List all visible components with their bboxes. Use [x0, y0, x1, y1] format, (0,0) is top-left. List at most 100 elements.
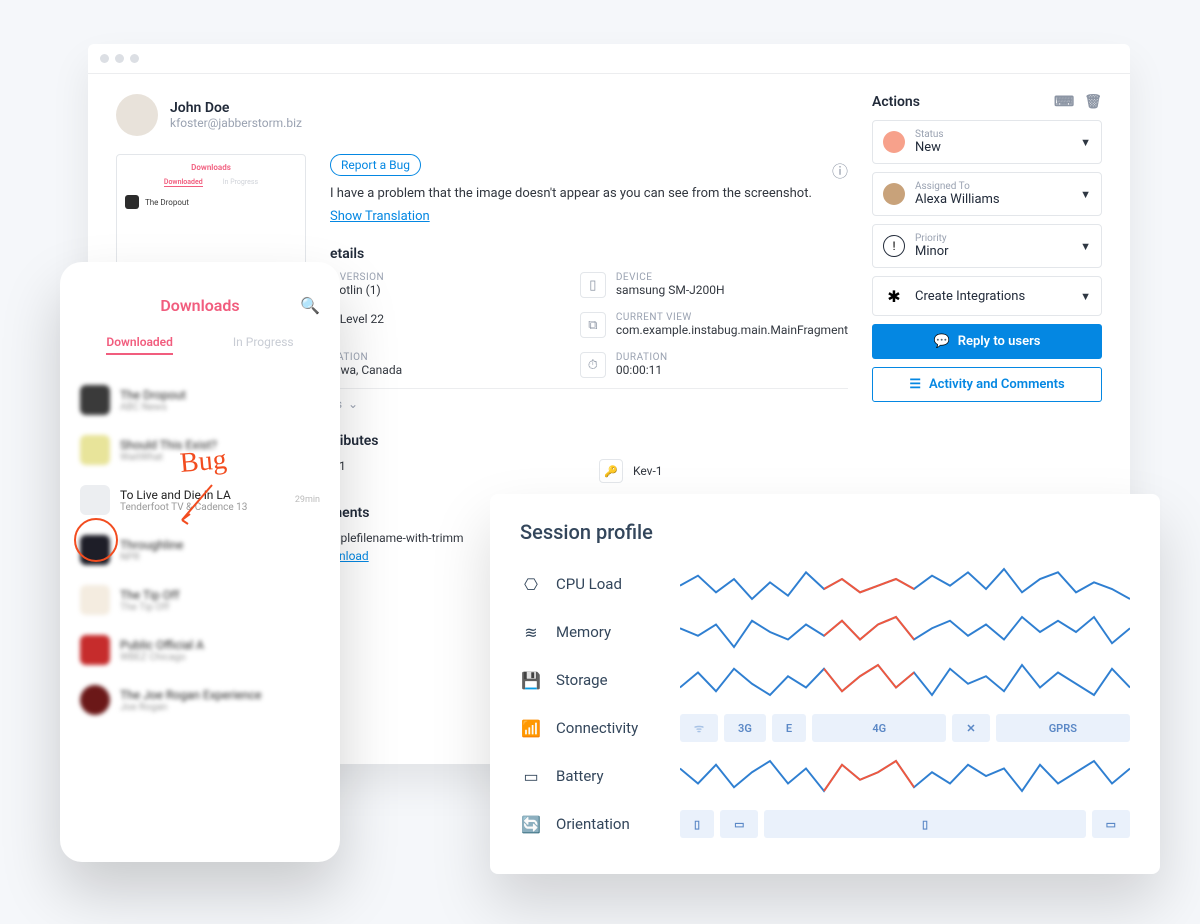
thumb-title: Downloads: [125, 163, 297, 172]
session-title: Session profile: [520, 520, 1130, 544]
cpu-icon: ⎔: [520, 575, 542, 594]
activity-label: Activity and Comments: [929, 377, 1065, 392]
session-profile-card: Session profile ⎔ CPU Load ≋ Memory 💾 St…: [490, 494, 1160, 874]
conn-seg: 4G: [812, 714, 946, 742]
bug-annotation-text: Bug: [179, 444, 228, 480]
list-item: The Joe Rogan ExperienceJoe Rogan: [80, 675, 320, 725]
key-icon: 🔑: [599, 459, 623, 483]
memory-icon: ≋: [520, 623, 542, 642]
priority-icon: !: [883, 235, 905, 257]
priority-label: Priority: [915, 233, 949, 244]
thumb-tab-active: Downloaded: [164, 178, 203, 187]
reporter-block: John Doe kfoster@jabberstorm.biz: [116, 94, 848, 136]
cpu-chart: [680, 567, 1130, 601]
avatar: [116, 94, 158, 136]
status-value: New: [915, 140, 944, 155]
location-label: CATION: [330, 352, 402, 363]
podcast-art-missing: [80, 485, 110, 515]
reply-label: Reply to users: [958, 334, 1041, 349]
storage-icon: 💾: [520, 671, 542, 690]
portrait-icon: ▯: [764, 810, 1085, 838]
trash-icon[interactable]: 🗑: [1084, 94, 1102, 110]
activity-button[interactable]: ☰ Activity and Comments: [872, 367, 1102, 402]
list-item: The DropoutABC News: [80, 375, 320, 425]
assignee-selector[interactable]: Assigned To Alexa Williams ▼: [872, 172, 1102, 216]
integrations-selector[interactable]: ✱ Create Integrations ▼: [872, 276, 1102, 316]
keyboard-icon[interactable]: ⌨: [1054, 94, 1074, 110]
reply-button[interactable]: 💬 Reply to users: [872, 324, 1102, 359]
metric-label: CPU Load: [556, 575, 666, 593]
podcast-art: [80, 385, 110, 415]
show-translation-link[interactable]: Show Translation: [330, 209, 430, 224]
storage-chart: [680, 663, 1130, 697]
screenshot-thumbnail[interactable]: Downloads Downloaded In Progress The Dro…: [116, 154, 306, 269]
conn-offline-icon: ✕: [952, 714, 989, 742]
section-details-title: etails: [330, 246, 848, 262]
current-view-value: com.example.instabug.main.MainFragment: [616, 323, 848, 337]
traffic-light: [100, 54, 109, 63]
chevron-down-icon: ▼: [1080, 136, 1091, 149]
metric-label: Orientation: [556, 815, 666, 833]
metric-storage: 💾 Storage: [520, 656, 1130, 704]
metric-cpu: ⎔ CPU Load: [520, 560, 1130, 608]
duration-label: DURATION: [616, 352, 668, 363]
phone-title: Downloads: [160, 296, 239, 315]
metric-orientation: 🔄 Orientation ▯ ▭ ▯ ▭: [520, 800, 1130, 848]
thumb-item-icon: [125, 195, 139, 209]
bug-annotation-circle: [74, 518, 118, 562]
priority-selector[interactable]: ! Priority Minor ▼: [872, 224, 1102, 268]
battery-chart: [680, 759, 1130, 793]
podcast-art: [80, 585, 110, 615]
metric-label: Battery: [556, 767, 666, 785]
connectivity-icon: 📶: [520, 719, 542, 738]
reporter-email: kfoster@jabberstorm.biz: [170, 116, 302, 130]
metric-label: Memory: [556, 623, 666, 641]
podcast-art: [80, 635, 110, 665]
conn-seg: E: [772, 714, 806, 742]
sidebar-title: Actions: [872, 94, 920, 110]
phone-tab-inprogress[interactable]: In Progress: [233, 335, 294, 355]
section-attributes-title: tributes: [330, 433, 848, 449]
podcast-art: [80, 685, 110, 715]
metric-memory: ≋ Memory: [520, 608, 1130, 656]
view-icon: ⧉: [580, 312, 606, 338]
attr-key-1: y-1: [330, 459, 579, 483]
metric-connectivity: 📶 Connectivity ᯤ 3G E 4G ✕ GPRS: [520, 704, 1130, 752]
status-label: Status: [915, 129, 944, 140]
memory-chart: [680, 615, 1130, 649]
battery-icon: ▭: [520, 767, 542, 786]
item-sub: Tenderfoot TV & Cadence 13: [120, 502, 247, 513]
item-time: 29min: [295, 495, 320, 505]
conn-seg: GPRS: [996, 714, 1130, 742]
status-dot-icon: [883, 131, 905, 153]
list-icon: ☰: [909, 377, 921, 392]
landscape-icon: ▭: [1092, 810, 1130, 838]
assigned-value: Alexa Williams: [915, 192, 1000, 207]
integrations-label: Create Integrations: [915, 289, 1025, 304]
priority-value: Minor: [915, 244, 949, 259]
location-value: tawa, Canada: [330, 363, 402, 377]
phone-tab-downloaded[interactable]: Downloaded: [106, 335, 173, 355]
duration-value: 00:00:11: [616, 363, 668, 377]
assignee-avatar: [883, 183, 905, 205]
chevron-down-icon: ▼: [1080, 290, 1091, 303]
device-value: samsung SM-J200H: [616, 283, 725, 297]
expand-details[interactable]: ils ⌄: [330, 388, 848, 411]
status-selector[interactable]: Status New ▼: [872, 120, 1102, 164]
chevron-down-icon: ▼: [1080, 188, 1091, 201]
thumb-item-name: The Dropout: [145, 198, 189, 207]
window-titlebar: [88, 44, 1130, 74]
conn-seg: 3G: [724, 714, 766, 742]
reporter-name: John Doe: [170, 100, 302, 116]
list-item: Public Official AWBEZ Chicago: [80, 625, 320, 675]
landscape-icon: ▭: [720, 810, 758, 838]
metric-battery: ▭ Battery: [520, 752, 1130, 800]
assigned-label: Assigned To: [915, 181, 1000, 192]
search-icon[interactable]: 🔍: [300, 296, 320, 315]
info-icon[interactable]: ⓘ: [832, 158, 848, 182]
phone-screenshot: Downloads 🔍 Downloaded In Progress The D…: [60, 262, 340, 862]
thumb-tab-inactive: In Progress: [223, 178, 258, 187]
report-type-badge[interactable]: Report a Bug: [330, 154, 421, 176]
chevron-down-icon: ▼: [1080, 240, 1091, 253]
item-name: To Live and Die in LA: [120, 488, 247, 502]
